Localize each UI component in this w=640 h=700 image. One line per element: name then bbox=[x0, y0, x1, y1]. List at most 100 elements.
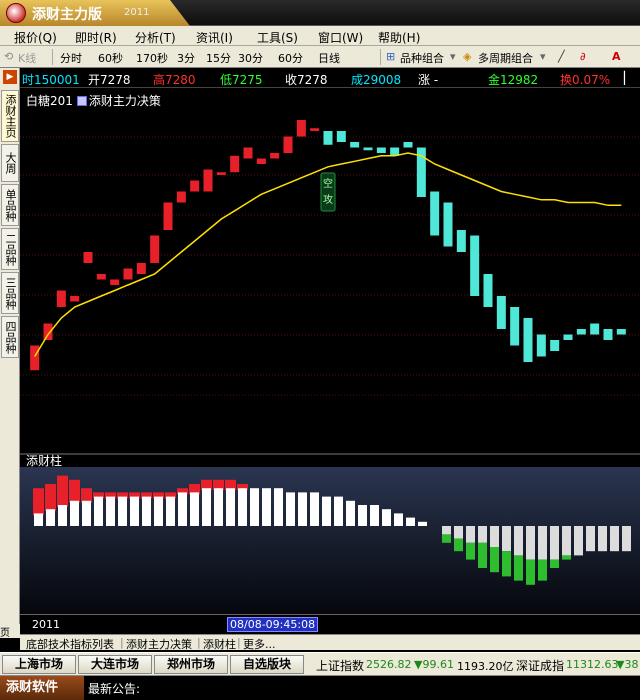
sub-bar-31 bbox=[406, 517, 415, 526]
refresh-icon[interactable]: ⟲ bbox=[4, 50, 13, 63]
signal-text-1: 空 bbox=[323, 177, 333, 190]
period-15m[interactable]: 15分 bbox=[206, 50, 231, 66]
sidebar-tab-big-period[interactable]: 大周期 bbox=[0, 144, 19, 182]
font-size-icon[interactable]: A bbox=[612, 50, 621, 63]
sidebar-tab-three[interactable]: 三品种 bbox=[1, 272, 19, 314]
sub-bar-22 bbox=[298, 492, 307, 526]
market-watchlist[interactable]: 自选版块 bbox=[230, 655, 304, 674]
market-shanghai[interactable]: 上海市场 bbox=[2, 655, 76, 674]
sub-bar-11 bbox=[166, 496, 175, 526]
sh-index-value: 2526.82 bbox=[366, 658, 412, 671]
sidebar-tab-two[interactable]: 二品种 bbox=[1, 228, 19, 270]
candle-body-4 bbox=[83, 252, 93, 263]
app-year: 2011 bbox=[124, 7, 150, 18]
sub-bar-7 bbox=[118, 496, 127, 526]
indicator-icon bbox=[76, 96, 87, 106]
sub-bar-5 bbox=[94, 496, 103, 526]
period-60s[interactable]: 60秒 bbox=[98, 50, 123, 66]
sub-bar-ext-34 bbox=[442, 534, 451, 543]
sub-bar-8 bbox=[130, 496, 139, 526]
period-3m[interactable]: 3分 bbox=[177, 50, 195, 66]
chevron-down-icon-2[interactable]: ▾ bbox=[540, 50, 546, 63]
sidebar-tab-single[interactable]: 单品种 bbox=[1, 184, 19, 226]
candle-body-40 bbox=[563, 334, 573, 340]
announcement-label: 最新公告: bbox=[88, 682, 141, 696]
indicator-label: 添财主力决策 bbox=[88, 94, 161, 108]
period-170s[interactable]: 170秒 bbox=[136, 50, 168, 66]
combo-products-button[interactable]: 品种组合 bbox=[400, 50, 444, 66]
candlestick-chart[interactable]: 空攻 bbox=[20, 89, 640, 614]
menu-quote[interactable]: 报价(Q) bbox=[14, 29, 57, 46]
sub-bar-23 bbox=[310, 492, 319, 526]
kline-button[interactable]: K线 bbox=[18, 50, 36, 66]
quote-bar: ▶ 时150001 开7278 高7280 低7275 收7278 成29008… bbox=[3, 68, 640, 88]
sub-bar-41 bbox=[526, 526, 535, 560]
sub-bar-13 bbox=[190, 492, 199, 526]
sh-index-label: 上证指数 bbox=[316, 659, 365, 673]
period-30m[interactable]: 30分 bbox=[238, 50, 263, 66]
sub-bar-47 bbox=[598, 526, 607, 552]
sidebar-tab-four[interactable]: 四品种 bbox=[1, 316, 19, 358]
sub-bar-46 bbox=[586, 526, 595, 552]
candle-body-36 bbox=[510, 307, 520, 346]
sub-bar-27 bbox=[358, 505, 367, 526]
multi-period-icon: ◈ bbox=[463, 50, 472, 63]
menu-realtime[interactable]: 即时(R) bbox=[75, 29, 117, 46]
candle-body-24 bbox=[350, 142, 360, 148]
menu-analysis[interactable]: 分析(T) bbox=[135, 29, 176, 46]
sub-bar-29 bbox=[382, 509, 391, 526]
candle-body-23 bbox=[336, 131, 346, 142]
chevron-down-icon[interactable]: ▾ bbox=[450, 50, 456, 63]
candle-body-12 bbox=[190, 180, 200, 192]
candle-body-5 bbox=[96, 274, 106, 280]
multi-period-button[interactable]: 多周期组合 bbox=[478, 50, 533, 66]
tab-indicator-list[interactable]: 底部技术指标列表 bbox=[26, 636, 114, 652]
market-dalian[interactable]: 大连市场 bbox=[78, 655, 152, 674]
market-zhengzhou[interactable]: 郑州市场 bbox=[154, 655, 228, 674]
sub-bar-ext-38 bbox=[490, 547, 499, 573]
menu-tools[interactable]: 工具(S) bbox=[257, 29, 298, 46]
sub-bar-4 bbox=[82, 500, 91, 526]
app-logo-icon bbox=[6, 3, 26, 23]
sub-bar-10 bbox=[154, 496, 163, 526]
sub-bar-39 bbox=[502, 526, 511, 552]
candle-body-18 bbox=[270, 153, 280, 159]
quote-change: 涨 - bbox=[418, 73, 439, 87]
period-60m[interactable]: 60分 bbox=[278, 50, 303, 66]
tab-more[interactable]: 更多... bbox=[243, 636, 276, 652]
menu-window[interactable]: 窗口(W) bbox=[318, 29, 363, 46]
quote-more-icon[interactable]: ▏ bbox=[624, 71, 633, 85]
sub-bar-19 bbox=[262, 488, 271, 526]
candle-body-30 bbox=[430, 191, 440, 236]
sz-index-label: 深证成指 bbox=[516, 659, 565, 673]
menu-help[interactable]: 帮助(H) bbox=[378, 29, 420, 46]
sidebar-tab-home[interactable]: 添财主页 bbox=[1, 90, 19, 142]
sub-bar-ext-4 bbox=[81, 488, 92, 503]
page-button[interactable]: 页 bbox=[0, 624, 20, 639]
candle-body-15 bbox=[230, 155, 240, 173]
sub-bar-34 bbox=[442, 526, 451, 535]
candle-body-28 bbox=[403, 142, 413, 148]
chart-area[interactable]: 白糖201 添财主力决策 添财柱 空攻 bbox=[20, 89, 640, 634]
sub-bar-43 bbox=[550, 526, 559, 560]
menu-news[interactable]: 资讯(I) bbox=[196, 29, 233, 46]
candle-body-33 bbox=[470, 235, 480, 296]
sub-bar-45 bbox=[574, 526, 583, 556]
sub-bar-25 bbox=[334, 496, 343, 526]
sub-bar-ext-36 bbox=[466, 542, 475, 560]
candle-body-43 bbox=[603, 329, 613, 340]
draw-line-icon[interactable]: ╱ bbox=[558, 50, 565, 63]
quote-close: 收7278 bbox=[285, 73, 328, 87]
sub-bar-3 bbox=[70, 500, 79, 526]
candle-body-42 bbox=[590, 323, 600, 335]
candle-body-9 bbox=[150, 235, 160, 263]
candle-body-31 bbox=[443, 202, 453, 247]
period-daily[interactable]: 日线 bbox=[318, 50, 340, 66]
period-1min-tick[interactable]: 分时 bbox=[60, 50, 82, 66]
tab-main-decision[interactable]: 添财主力决策 bbox=[126, 636, 192, 652]
sh-index-amount: 1193.20亿 bbox=[457, 660, 514, 673]
tab-column[interactable]: 添财柱 bbox=[203, 636, 236, 652]
sub-bar-ext-39 bbox=[502, 551, 511, 577]
brand-label: 添财软件 bbox=[0, 676, 84, 700]
draw-tool-icon[interactable]: ∂ bbox=[580, 50, 586, 63]
